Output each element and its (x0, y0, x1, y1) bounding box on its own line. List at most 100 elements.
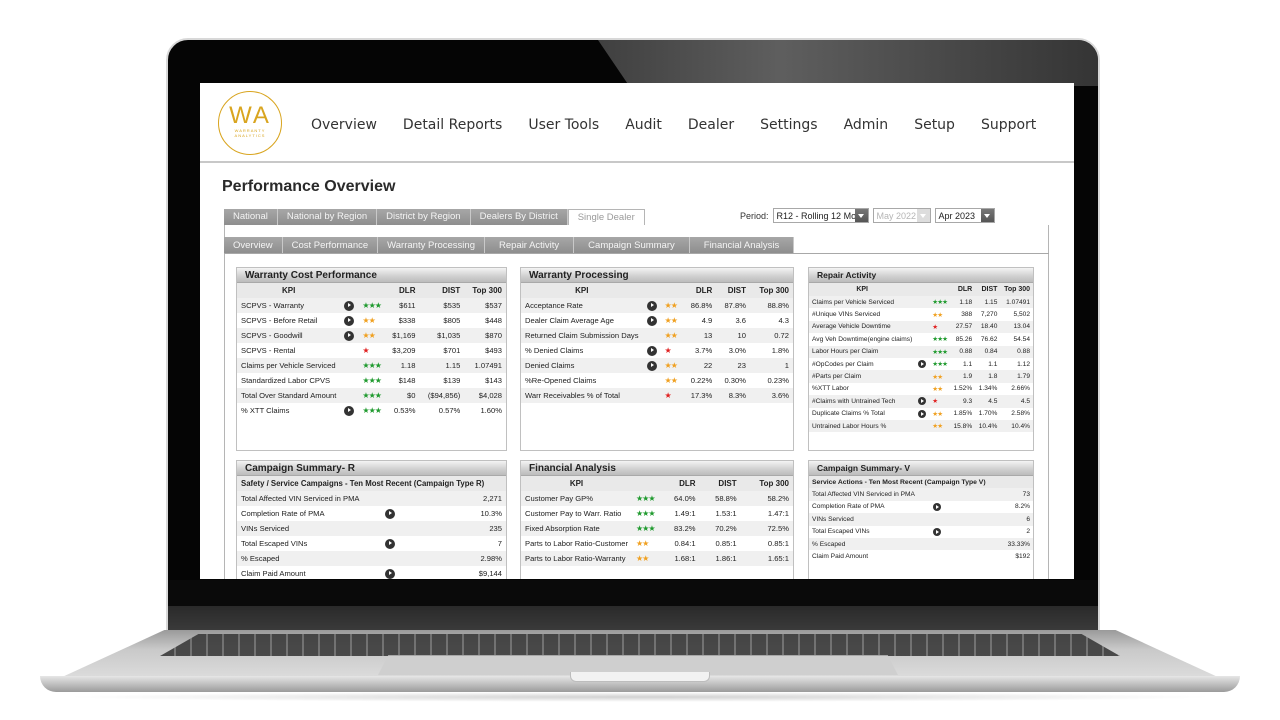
rating-stars-icon: ★★ (660, 358, 683, 373)
drill-down-arrow-icon[interactable] (384, 508, 395, 519)
drill-cell (340, 403, 358, 418)
period-type-select[interactable]: R12 - Rolling 12 Mo (772, 208, 869, 223)
campaign-metric-label: % Escaped (809, 537, 918, 551)
chevron-down-icon[interactable] (854, 209, 868, 222)
top300-value: 10.4% (1000, 419, 1033, 433)
rating-stars-icon: ★★★ (635, 509, 655, 518)
drill-down-arrow-icon[interactable] (646, 345, 657, 356)
kpi-label: Untrained Labor Hours % (809, 419, 916, 433)
drill-cell (917, 513, 956, 526)
top300-value: 1.47:1 (767, 509, 789, 518)
nav-overview[interactable]: Overview (311, 117, 377, 133)
nav-dealer[interactable]: Dealer (688, 117, 734, 133)
tab-financial-analysis[interactable]: Financial Analysis (689, 237, 795, 253)
kpi-label: % Denied Claims (525, 346, 584, 355)
drill-down-arrow-icon[interactable] (646, 360, 657, 371)
drill-down-arrow-icon[interactable] (344, 300, 355, 311)
dlr-value: 85.26 (955, 335, 973, 343)
drill-cell (915, 333, 929, 345)
kpi-label: Labor Hours per Claim (809, 345, 916, 358)
dist-value: 8.3% (716, 388, 750, 403)
table-row: Claims per Vehicle Serviced ★★★ 1.18 1.15 1.… (237, 358, 506, 373)
tab-national-by-region[interactable]: National by Region (277, 209, 378, 225)
drill-cell (340, 373, 358, 388)
dlr-value: $1,169 (384, 328, 420, 343)
dist-value: 1.15 (419, 358, 465, 373)
dist-value: $139 (443, 376, 461, 385)
warranty-analytics-logo[interactable]: WA WARRANTY ANALYTICS (218, 91, 282, 155)
drill-down-arrow-icon[interactable] (344, 405, 355, 416)
rating-stars-icon: ★★ (660, 328, 683, 343)
nav-setup[interactable]: Setup (914, 117, 955, 133)
dlr-value: 388 (961, 311, 973, 319)
drill-down-arrow-icon[interactable] (932, 502, 941, 511)
table-row: % Escaped 2.98% (237, 551, 506, 566)
drill-down-arrow-icon[interactable] (384, 538, 395, 549)
drill-down-arrow-icon[interactable] (918, 360, 927, 369)
table-row: Denied Claims ★★ 22 23 1 (521, 358, 793, 373)
drill-down-arrow-icon[interactable] (932, 527, 941, 536)
tab-campaign-summary[interactable]: Campaign Summary (574, 237, 690, 253)
kpi-label: %Re-Opened Claims (525, 376, 597, 385)
tab-national[interactable]: National (224, 209, 278, 225)
chevron-down-icon[interactable] (981, 209, 994, 222)
dlr-value: $3,209 (392, 346, 416, 355)
nav-settings[interactable]: Settings (760, 117, 817, 133)
tab-warranty-processing[interactable]: Warranty Processing (378, 237, 485, 253)
table-row: Claim Paid Amount $9,144 (237, 566, 506, 579)
top300-value: 88.8% (750, 298, 793, 313)
drill-down-arrow-icon[interactable] (384, 568, 395, 579)
table-row: #Unique VINs Serviced ★★ 388 7,270 5,502 (809, 308, 1033, 320)
campaign-summary-v-panel: Campaign Summary- V Service Actions - Te… (808, 460, 1034, 579)
col-dlr: DLR (682, 283, 717, 298)
drill-down-arrow-icon[interactable] (646, 300, 657, 311)
kpi-label: Warr Receivables % of Total (521, 388, 643, 403)
drill-down-arrow-icon[interactable] (646, 315, 657, 326)
table-row: Customer Pay GP% ★★★ 64.0% 58.8% 58.2% (521, 491, 793, 506)
top300-value: 0.72 (750, 328, 793, 343)
tab-repair-activity[interactable]: Repair Activity (484, 237, 575, 253)
tab-cost-performance[interactable]: Cost Performance (282, 237, 379, 253)
nav-support[interactable]: Support (981, 117, 1036, 133)
table-row: Avg Veh Downtime(engine claims) ★★★ 85.26 7… (809, 333, 1033, 345)
dist-value: 0.57% (438, 406, 461, 415)
tab-single-dealer[interactable]: Single Dealer (567, 209, 645, 225)
drill-down-arrow-icon[interactable] (344, 330, 355, 341)
top300-value: $493 (485, 346, 502, 355)
drill-down-arrow-icon[interactable] (344, 315, 355, 326)
period-start-select[interactable]: May 2022 (872, 208, 931, 223)
top300-value: 2.66% (1011, 385, 1030, 393)
drill-cell (642, 358, 661, 373)
table-row: VINs Serviced 235 (237, 521, 506, 536)
dlr-value: 1.52% (953, 385, 973, 393)
drill-cell (340, 388, 359, 403)
drill-cell (363, 521, 416, 536)
nav-detail-reports[interactable]: Detail Reports (403, 117, 502, 133)
chevron-down-icon[interactable] (917, 209, 930, 222)
dlr-value: 86.8% (682, 298, 717, 313)
nav-audit[interactable]: Audit (625, 117, 662, 133)
dist-value: 58.8% (699, 491, 741, 506)
drill-cell (915, 408, 929, 420)
tab-overview[interactable]: Overview (224, 237, 283, 253)
dlr-value: 0.88 (950, 345, 976, 358)
drill-cell (918, 501, 956, 513)
drill-cell (918, 526, 956, 538)
rating-stars-icon: ★★★ (358, 358, 385, 373)
drill-down-arrow-icon[interactable] (918, 397, 927, 406)
period-end-select[interactable]: Apr 2023 (934, 208, 995, 223)
nav-user-tools[interactable]: User Tools (528, 117, 599, 133)
col-kpi: KPI (809, 283, 916, 296)
kpi-table: KPI DLR DIST Top 300 Customer Pay GP% ★★★… (521, 476, 793, 566)
top300-value: 1.79 (1000, 370, 1033, 383)
nav-admin[interactable]: Admin (844, 117, 889, 133)
drill-down-arrow-icon[interactable] (918, 409, 927, 418)
col-rating (929, 283, 951, 296)
tab-district-by-region[interactable]: District by Region (377, 209, 471, 225)
tab-dealers-by-district[interactable]: Dealers By District (470, 209, 568, 225)
drill-cell (915, 296, 930, 309)
rating-stars-icon: ★★★ (631, 521, 659, 536)
kpi-label: SCPVS - Rental (241, 346, 296, 355)
top300-value: 1.12 (1017, 360, 1030, 368)
dlr-value: 1.9 (950, 370, 976, 383)
